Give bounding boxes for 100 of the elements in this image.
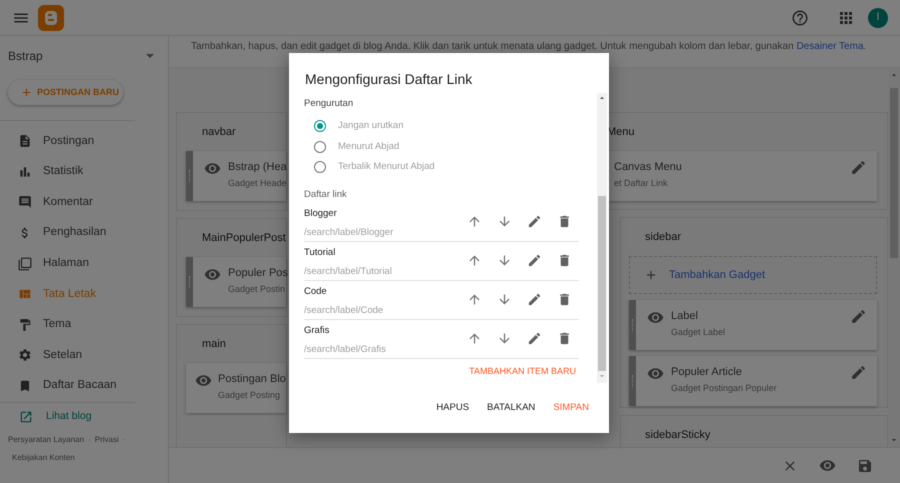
- open-external-icon: [19, 410, 33, 424]
- gadget-title: Bstrap (Hea: [228, 160, 286, 175]
- nav-item[interactable]: Tata Letak: [0, 278, 168, 310]
- nav-item[interactable]: Tema: [0, 310, 168, 340]
- new-post-button[interactable]: POSTINGAN BARU: [8, 80, 123, 105]
- link-url: /search/label/Grafis: [304, 342, 387, 356]
- edit-icon[interactable]: [850, 364, 867, 381]
- move-up-icon[interactable]: [467, 253, 482, 268]
- help-icon[interactable]: [791, 8, 809, 26]
- drag-handle[interactable]: [629, 300, 636, 350]
- radio-button[interactable]: [314, 161, 326, 174]
- nav-item[interactable]: Daftar Bacaan: [0, 370, 168, 402]
- radio-option[interactable]: Menurut Abjad: [314, 136, 579, 157]
- edit-icon[interactable]: [527, 253, 542, 268]
- separator: ·: [88, 434, 91, 446]
- gadget-type: et Daftar Link: [614, 177, 669, 190]
- section-title: sidebar: [644, 230, 682, 245]
- dialog-title: Mengonfigurasi Daftar Link: [305, 70, 472, 89]
- drag-handle[interactable]: [186, 151, 193, 201]
- pages-icon: [18, 256, 32, 271]
- avatar[interactable]: I: [868, 8, 888, 28]
- info-text: Tambahkan, hapus, dan edit gadget di blog Anda. Klik dan tarik untuk menata ulang gadget. Untuk mengubah kolom dan lebar, gunakan Desainer Tema.: [191, 40, 866, 54]
- move-up-icon[interactable]: [467, 214, 482, 229]
- eye-icon[interactable]: [204, 160, 221, 177]
- move-down-icon[interactable]: [497, 214, 512, 229]
- move-down-icon[interactable]: [497, 292, 512, 307]
- edit-icon[interactable]: [850, 159, 867, 176]
- blog-selector[interactable]: Bstrap: [0, 36, 168, 76]
- link-url: /search/label/Blogger: [304, 226, 394, 238]
- section-label: Daftar link: [304, 188, 347, 202]
- eye-icon[interactable]: [819, 457, 836, 474]
- scrollbar-thumb[interactable]: [598, 196, 606, 371]
- delete-icon[interactable]: [557, 292, 572, 307]
- edit-icon[interactable]: [527, 331, 542, 346]
- move-down-icon[interactable]: [497, 331, 512, 346]
- section-label: Pengurutan: [304, 96, 354, 111]
- drag-handle[interactable]: [186, 257, 193, 307]
- eye-icon[interactable]: [204, 266, 221, 283]
- move-down-icon[interactable]: [497, 253, 512, 268]
- gadget-type: Gadget Heade: [228, 177, 286, 190]
- blog-name: Bstrap: [8, 48, 44, 65]
- section-title: main: [202, 336, 226, 352]
- plus-icon: [644, 268, 658, 282]
- nav-item[interactable]: Setelan: [0, 340, 168, 371]
- nav-item[interactable]: Penghasilan: [0, 218, 168, 248]
- logo-icon[interactable]: [38, 4, 64, 30]
- footer-link[interactable]: Persyaratan Layanan: [8, 431, 84, 450]
- link-name: Tutorial: [304, 246, 336, 258]
- theme-designer-link[interactable]: Desainer Tema: [796, 41, 864, 52]
- nav-item[interactable]: Postingan: [0, 126, 168, 157]
- gadget-title: Postingan Blo: [218, 372, 286, 387]
- move-up-icon[interactable]: [467, 331, 482, 346]
- link-name: Blogger: [304, 206, 338, 220]
- dialog-button[interactable]: BATALKAN: [485, 396, 538, 420]
- section-title: sidebarSticky: [644, 428, 710, 443]
- bookmark-icon: [18, 379, 32, 394]
- gadget-type: Gadget Postingan Populer: [671, 382, 778, 395]
- document-icon: [18, 134, 32, 148]
- radio-option[interactable]: Terbalik Menurut Abjad: [314, 157, 579, 178]
- save-icon[interactable]: [857, 458, 873, 474]
- edit-icon[interactable]: [527, 214, 542, 229]
- gadget-title: Canvas Menu: [614, 160, 683, 175]
- gadget-type: Gadget Label: [671, 326, 726, 339]
- footer-link[interactable]: Privasi: [94, 431, 119, 450]
- dropdown-icon: [146, 54, 154, 58]
- delete-icon[interactable]: [557, 331, 572, 346]
- scrollbar-thumb[interactable]: [890, 88, 898, 258]
- dialog-button[interactable]: HAPUS: [434, 396, 472, 420]
- gadget-title: Populer Article: [671, 365, 743, 380]
- delete-icon[interactable]: [557, 253, 572, 268]
- gadget-type: Gadget Posting: [218, 389, 282, 402]
- add-gadget-button[interactable]: Tambahkan Gadget: [629, 256, 877, 294]
- delete-icon[interactable]: [557, 214, 572, 229]
- radio-button[interactable]: [314, 120, 326, 132]
- edit-icon[interactable]: [527, 292, 542, 307]
- eye-icon[interactable]: [647, 309, 664, 326]
- move-up-icon[interactable]: [467, 292, 482, 307]
- drag-handle[interactable]: [629, 356, 636, 406]
- radio-button[interactable]: [314, 140, 326, 153]
- add-item-button[interactable]: TAMBAHKAN ITEM BARU: [469, 364, 576, 378]
- section-title: navbar: [202, 124, 236, 140]
- section-title: MainPopulerPost: [202, 230, 286, 246]
- edit-icon[interactable]: [850, 308, 867, 325]
- gadget-title: Label: [671, 309, 699, 324]
- view-blog-link[interactable]: Lihat blog: [0, 403, 168, 432]
- dialog-scrollbar[interactable]: [597, 93, 607, 383]
- nav-item[interactable]: Komentar: [0, 187, 168, 218]
- link-name: Grafis: [304, 324, 330, 336]
- nav-item[interactable]: Statistik: [0, 156, 168, 188]
- separator: ·: [122, 434, 126, 446]
- dialog-button[interactable]: SIMPAN: [551, 396, 591, 420]
- eye-icon[interactable]: [647, 365, 664, 382]
- footer-link[interactable]: Kebijakan Konten: [12, 449, 75, 468]
- eye-icon[interactable]: [195, 372, 212, 389]
- nav-item[interactable]: Halaman: [0, 248, 168, 279]
- link-url: /search/label/Tutorial: [304, 264, 393, 278]
- gadget-title: Populer Pos: [228, 266, 286, 281]
- radio-option[interactable]: Jangan urutkan: [314, 116, 579, 136]
- paint-roller-icon: [18, 318, 32, 332]
- settings-icon: [18, 348, 32, 362]
